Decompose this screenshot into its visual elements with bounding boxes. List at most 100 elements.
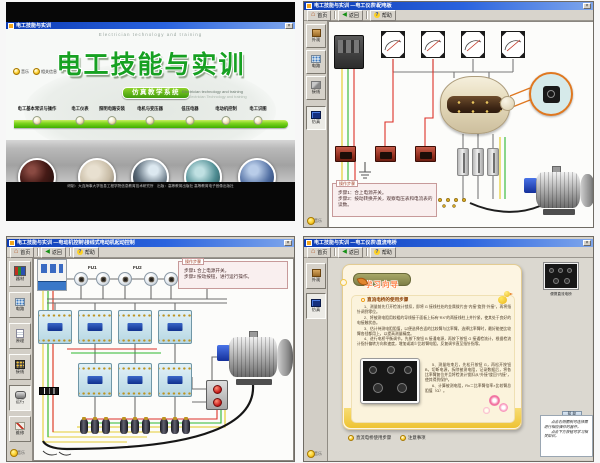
motor-end-cap xyxy=(580,174,594,207)
terminal-grid-icon xyxy=(15,360,25,369)
sidebar-item-appearance[interactable]: 外观 xyxy=(306,263,326,289)
help-icon: ? xyxy=(374,12,380,18)
menu-item-lowvoltage[interactable]: 低压电器 xyxy=(181,106,198,112)
coil xyxy=(160,419,168,434)
sidebar-item-run[interactable]: 运行 xyxy=(9,385,31,411)
fuse xyxy=(164,272,178,286)
sidebar-item-wiring[interactable]: 接线 xyxy=(306,76,326,100)
contactor[interactable] xyxy=(118,310,152,344)
coil xyxy=(120,419,128,434)
motor-base xyxy=(236,379,272,385)
sidebar: 外观 电路 接线 仿真 音乐 xyxy=(304,21,328,228)
current-transformer xyxy=(375,146,396,162)
contactor[interactable] xyxy=(78,363,112,397)
close-icon[interactable]: × xyxy=(583,240,591,246)
motor-base xyxy=(543,209,575,215)
sidebar-item-circuit[interactable]: 电路 xyxy=(9,292,31,318)
sidebar-item-simulation[interactable]: 仿真 xyxy=(306,106,326,130)
menu-orb[interactable] xyxy=(146,116,155,125)
contactor[interactable] xyxy=(118,363,152,397)
menu-item-meters[interactable]: 电工仪表 xyxy=(71,106,88,112)
back-button[interactable]: ◀返回 xyxy=(338,10,363,21)
fuse-label: FU1 xyxy=(88,265,97,270)
sidebar-item-wiring[interactable]: 接线 xyxy=(9,354,31,380)
contactor[interactable] xyxy=(38,310,72,344)
knob-closeup[interactable] xyxy=(543,86,560,103)
link-precautions[interactable]: 注意事项 xyxy=(400,435,426,441)
home-button[interactable]: ⌂首页 xyxy=(307,10,331,21)
home-icon: ⌂ xyxy=(311,12,315,18)
home-button[interactable]: ⌂首页 xyxy=(10,247,34,258)
duck-mascot-icon xyxy=(497,291,511,305)
english-heading: Electrician technology and training xyxy=(6,32,295,37)
current-transformer xyxy=(335,146,356,162)
menu-orb[interactable] xyxy=(33,116,42,125)
switch-knob[interactable] xyxy=(500,96,515,111)
menu-orb[interactable] xyxy=(108,116,117,125)
section-title: 直流电桥的使用步骤 xyxy=(361,297,408,303)
bullet-icon xyxy=(361,298,365,302)
contactor[interactable] xyxy=(158,363,192,397)
window-motor-sim: 电工技能与实训 —电动机控制\接线式电动机起动控制 × ⌂首页 ◀返回 ?帮助 … xyxy=(6,236,295,462)
help-text: 点击右侧图例可选择需进行相应操作的器件。 xyxy=(544,420,590,430)
sidebar-item-appearance[interactable]: 外观 xyxy=(306,24,326,48)
changeover-switch[interactable] xyxy=(440,76,510,134)
app-icon xyxy=(306,240,312,246)
back-button[interactable]: ◀返回 xyxy=(41,247,66,258)
contactor[interactable] xyxy=(78,310,112,344)
credits-line: 研制：大连海事大学信息工程学院信息教育技术研究所 出版：高等教育出版社 高等教育… xyxy=(6,184,295,189)
home-button[interactable]: ⌂首页 xyxy=(307,247,331,258)
help-box: 点击右侧图例可选择需进行相应操作的器件。 点击下方按钮可学习相关知识。 xyxy=(540,415,593,457)
bridge-thumbnail[interactable] xyxy=(544,263,578,289)
circuit-breaker[interactable] xyxy=(334,35,364,69)
close-icon[interactable]: × xyxy=(583,3,591,9)
sidebar-item-simulation[interactable]: 仿真 xyxy=(306,293,326,319)
start-button[interactable] xyxy=(213,385,222,394)
coil xyxy=(102,419,110,434)
circuit-breaker[interactable] xyxy=(37,259,67,291)
sidebar-item-repair[interactable]: 维修 xyxy=(9,416,31,442)
guide-banner: 学习向导 xyxy=(353,273,411,286)
knob xyxy=(567,268,572,273)
menu-item-basics[interactable]: 电工基本常识与操作 xyxy=(18,106,57,112)
stop-button[interactable] xyxy=(213,398,222,407)
fuse-link xyxy=(472,148,484,176)
knob xyxy=(397,383,407,393)
back-button[interactable]: ◀返回 xyxy=(338,247,363,258)
contactor[interactable] xyxy=(158,310,192,344)
menu-orb[interactable] xyxy=(186,116,195,125)
menu-orb[interactable] xyxy=(254,116,263,125)
thumbnail-label: 便携直流电桥 xyxy=(534,292,588,297)
sidebar: 器材 电路 原理 接线 运行 维修 音乐 xyxy=(7,258,33,461)
home-icon: ⌂ xyxy=(311,249,315,255)
help-button[interactable]: ?帮助 xyxy=(73,247,99,258)
coil xyxy=(80,419,88,434)
steps-tab: 操作步骤 xyxy=(182,258,204,265)
menu-item-motorcontrol[interactable]: 电动机控制 xyxy=(215,106,236,112)
analog-meter xyxy=(381,31,405,58)
steps-tab: 操作步骤 xyxy=(336,180,358,187)
sidebar-item-principle[interactable]: 原理 xyxy=(9,323,31,349)
menu-item-drawings[interactable]: 电工识图 xyxy=(249,106,266,112)
close-icon[interactable]: × xyxy=(284,240,292,246)
parts-icon xyxy=(14,266,26,276)
fuse-link xyxy=(487,148,499,176)
sidebar-item-equipment[interactable]: 器材 xyxy=(9,261,31,287)
coil xyxy=(182,419,190,434)
toolbar-separator xyxy=(366,248,367,256)
link-usage-steps[interactable]: 直流电桥使用步骤 xyxy=(348,435,391,441)
toolbar: ⌂首页 ◀返回 ?帮助 xyxy=(304,247,593,258)
sidebar-item-circuit[interactable]: 电路 xyxy=(306,50,326,74)
home-icon: ⌂ xyxy=(14,249,18,255)
knob xyxy=(369,366,377,374)
help-button[interactable]: ?帮助 xyxy=(370,10,396,21)
menu-orb[interactable] xyxy=(222,116,231,125)
menu-item-lighting[interactable]: 照明电路安装 xyxy=(99,106,125,112)
bullet-icon xyxy=(400,435,406,441)
fuse xyxy=(96,272,110,286)
menu-item-machines[interactable]: 电机与变压器 xyxy=(137,106,163,112)
help-button[interactable]: ?帮助 xyxy=(370,247,396,258)
motor xyxy=(536,166,594,215)
usage-steps-text: 1、测量前先打开检流计锁扣，即将 G 接线柱处的金属拨片由“内接”旋到“外接”，… xyxy=(357,305,511,348)
menu-orb[interactable] xyxy=(76,116,85,125)
